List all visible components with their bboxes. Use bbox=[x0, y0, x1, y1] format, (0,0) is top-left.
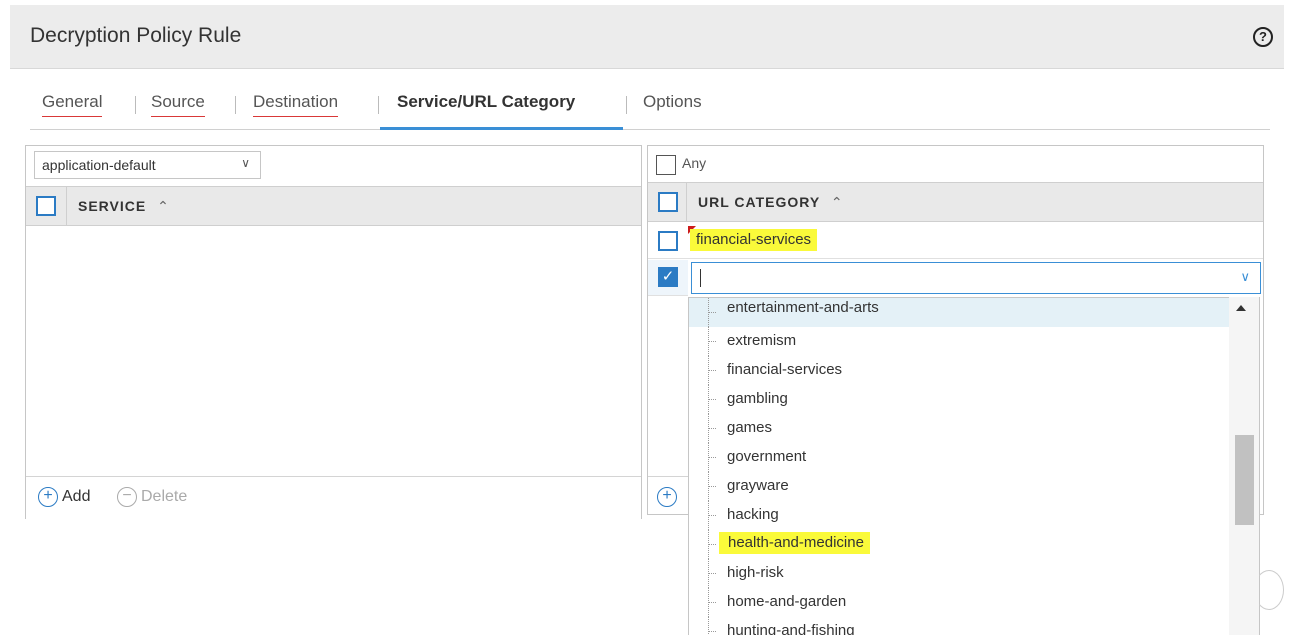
delete-button-label: Delete bbox=[141, 488, 188, 506]
tree-branch bbox=[708, 486, 716, 487]
dropdown-option[interactable]: hacking bbox=[689, 501, 1229, 530]
tree-branch bbox=[708, 399, 716, 400]
dropdown-option[interactable]: extremism bbox=[689, 327, 1229, 356]
add-button-label: Add bbox=[62, 488, 91, 506]
dropdown-option-label: home-and-garden bbox=[727, 593, 847, 610]
delete-icon: − bbox=[117, 487, 137, 507]
service-column-header[interactable]: SERVICE ⌃ bbox=[78, 198, 170, 215]
dropdown-option-label: hunting-and-fishing bbox=[727, 622, 855, 635]
sort-ascending-icon: ⌃ bbox=[830, 194, 844, 210]
dropdown-option[interactable]: gambling bbox=[689, 385, 1229, 414]
tree-branch bbox=[708, 341, 716, 342]
dropdown-option-label: entertainment-and-arts bbox=[727, 299, 879, 316]
dropdown-option-label: government bbox=[727, 448, 807, 465]
column-divider bbox=[686, 183, 687, 221]
url-category-row[interactable]: financial-services bbox=[648, 223, 1263, 259]
add-button[interactable]: + bbox=[657, 487, 681, 507]
url-category-value: financial-services bbox=[690, 229, 818, 251]
help-icon[interactable]: ? bbox=[1253, 27, 1273, 47]
any-label: Any bbox=[682, 155, 707, 171]
chevron-down-icon: ∨ bbox=[241, 156, 250, 170]
add-icon: + bbox=[38, 487, 58, 507]
tab-separator bbox=[378, 96, 379, 114]
tree-branch bbox=[708, 631, 716, 632]
dropdown-option-label: financial-services bbox=[727, 361, 843, 378]
url-category-column-label: URL CATEGORY bbox=[698, 194, 820, 210]
tab-options[interactable]: Options bbox=[643, 92, 702, 116]
dropdown-option-label: grayware bbox=[727, 477, 789, 494]
url-category-column-header[interactable]: URL CATEGORY ⌃ bbox=[698, 194, 844, 211]
dropdown-option[interactable]: health-and-medicine bbox=[689, 530, 1229, 559]
dropdown-option[interactable]: high-risk bbox=[689, 559, 1229, 588]
dropdown-option[interactable]: entertainment-and-arts bbox=[689, 298, 1229, 327]
tree-branch bbox=[708, 370, 716, 371]
add-icon: + bbox=[657, 487, 677, 507]
tab-separator bbox=[135, 96, 136, 114]
row-checkbox[interactable] bbox=[658, 231, 678, 251]
tab-separator bbox=[235, 96, 236, 114]
dropdown-option[interactable]: government bbox=[689, 443, 1229, 472]
dialog-header: Decryption Policy Rule ? bbox=[10, 5, 1284, 69]
tree-branch bbox=[708, 457, 716, 458]
dropdown-option[interactable]: hunting-and-fishing bbox=[689, 617, 1229, 635]
url-select-all-checkbox[interactable] bbox=[658, 192, 678, 212]
dropdown-option-label: health-and-medicine bbox=[719, 532, 870, 554]
service-footer: + Add − Delete bbox=[26, 476, 641, 519]
tree-branch bbox=[708, 573, 716, 574]
service-grid-header: SERVICE ⌃ bbox=[26, 186, 641, 226]
column-divider bbox=[66, 187, 67, 225]
url-category-input[interactable]: ∨ bbox=[691, 262, 1261, 294]
service-column-label: SERVICE bbox=[78, 198, 147, 214]
dropdown-option[interactable]: grayware bbox=[689, 472, 1229, 501]
dropdown-option[interactable]: home-and-garden bbox=[689, 588, 1229, 617]
partial-circle-control bbox=[1254, 570, 1284, 610]
dropdown-option-label: high-risk bbox=[727, 564, 784, 581]
url-category-dropdown[interactable]: entertainment-and-arts extremism financi… bbox=[688, 297, 1260, 635]
dropdown-option-label: hacking bbox=[727, 506, 779, 523]
add-button[interactable]: + Add bbox=[38, 487, 90, 507]
text-caret bbox=[700, 269, 701, 287]
service-select-all-checkbox[interactable] bbox=[36, 196, 56, 216]
dropdown-option-label: extremism bbox=[727, 332, 797, 349]
tree-branch bbox=[708, 515, 716, 516]
tab-source[interactable]: Source bbox=[151, 92, 205, 117]
chevron-down-icon[interactable]: ∨ bbox=[1240, 269, 1250, 285]
url-grid-header: URL CATEGORY ⌃ bbox=[648, 182, 1263, 222]
tree-line bbox=[708, 617, 709, 635]
sort-ascending-icon: ⌃ bbox=[157, 198, 170, 214]
dropdown-option[interactable]: financial-services bbox=[689, 356, 1229, 385]
tab-general[interactable]: General bbox=[42, 92, 103, 117]
scroll-up-arrow-icon[interactable] bbox=[1236, 305, 1246, 311]
tree-branch bbox=[708, 544, 716, 545]
service-select[interactable]: application-default ∨ bbox=[34, 151, 261, 179]
editing-row-checkbox[interactable]: ✓ bbox=[658, 267, 678, 287]
tree-branch bbox=[708, 312, 716, 313]
editing-row[interactable]: ✓ bbox=[648, 260, 688, 296]
delete-button[interactable]: − Delete bbox=[117, 487, 187, 507]
tree-branch bbox=[708, 428, 716, 429]
tree-branch bbox=[708, 602, 716, 603]
tab-bar: General Source Destination Service/URL C… bbox=[30, 90, 1270, 130]
tab-destination[interactable]: Destination bbox=[253, 92, 339, 117]
active-tab-indicator bbox=[380, 127, 623, 130]
dropdown-option-label: games bbox=[727, 419, 773, 436]
scrollbar-thumb[interactable] bbox=[1235, 435, 1254, 525]
tab-separator bbox=[626, 96, 627, 114]
service-panel: application-default ∨ SERVICE ⌃ + Add − De… bbox=[25, 145, 642, 519]
dropdown-option-label: gambling bbox=[727, 390, 788, 407]
service-select-value: application-default bbox=[42, 157, 156, 173]
tab-service-url-category[interactable]: Service/URL Category bbox=[397, 92, 575, 116]
any-checkbox[interactable] bbox=[656, 155, 676, 175]
dialog-title: Decryption Policy Rule bbox=[30, 24, 242, 47]
dropdown-option[interactable]: games bbox=[689, 414, 1229, 443]
